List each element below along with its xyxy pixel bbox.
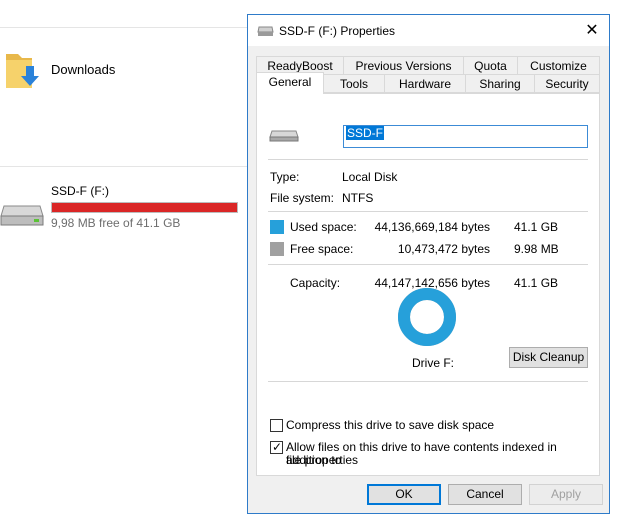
- drive-letter-label: Drive F:: [412, 356, 454, 370]
- index-label-line2: file properties: [286, 453, 359, 467]
- free-space-bytes: 10,473,472 bytes: [397, 242, 490, 256]
- tab-tools[interactable]: Tools: [323, 74, 385, 93]
- general-tab-panel: SSD-F Type: Local Disk File system: NTFS…: [256, 93, 600, 476]
- disk-usage-donut: [398, 288, 456, 346]
- used-space-bytes: 44,136,669,184 bytes: [374, 220, 490, 234]
- tab-quota[interactable]: Quota: [463, 56, 518, 75]
- hard-drive-icon: [0, 205, 44, 226]
- cancel-button[interactable]: Cancel: [448, 484, 522, 505]
- tab-general[interactable]: General: [256, 72, 324, 94]
- compress-checkbox[interactable]: [270, 419, 283, 432]
- drive-name-input[interactable]: SSD-F: [343, 125, 588, 148]
- drive-usage-fill: [52, 203, 237, 212]
- free-space-label: Free space:: [290, 242, 354, 256]
- drive-icon: [257, 26, 274, 36]
- drive-name: SSD-F (F:): [51, 184, 109, 198]
- tab-security[interactable]: Security: [534, 74, 600, 93]
- downloads-folder-icon: [6, 54, 39, 88]
- capacity-size: 41.1 GB: [514, 276, 559, 290]
- properties-dialog: SSD-F (F:) Properties ✕ ReadyBoost Previ…: [247, 14, 610, 514]
- file-system-label: File system:: [270, 191, 335, 205]
- free-space-swatch: [270, 242, 284, 256]
- tab-customize[interactable]: Customize: [517, 56, 600, 75]
- tab-previous-versions[interactable]: Previous Versions: [343, 56, 464, 75]
- title-bar[interactable]: SSD-F (F:) Properties ✕: [248, 15, 609, 46]
- tab-hardware[interactable]: Hardware: [384, 74, 466, 93]
- drive-icon: [269, 130, 299, 142]
- dialog-title: SSD-F (F:) Properties: [279, 24, 396, 38]
- divider: [268, 381, 588, 382]
- divider: [0, 166, 250, 167]
- check-icon: ✓: [272, 440, 283, 454]
- type-value: Local Disk: [342, 170, 398, 184]
- file-system-value: NTFS: [342, 191, 374, 205]
- apply-button[interactable]: Apply: [529, 484, 603, 505]
- capacity-label: Capacity:: [290, 276, 341, 290]
- free-space-size: 9.98 MB: [514, 242, 559, 256]
- used-space-swatch: [270, 220, 284, 234]
- index-checkbox[interactable]: ✓: [270, 440, 283, 454]
- donut-used-segment: [398, 288, 456, 346]
- used-space-size: 41.1 GB: [514, 220, 559, 234]
- disk-cleanup-button[interactable]: Disk Cleanup: [509, 347, 588, 368]
- drive-item-ssd-f[interactable]: SSD-F (F:) 9,98 MB free of 41.1 GB: [0, 180, 245, 240]
- drive-free-text: 9,98 MB free of 41.1 GB: [51, 216, 181, 230]
- drive-name-selected-text: SSD-F: [346, 126, 384, 140]
- divider: [268, 159, 588, 160]
- folder-item-downloads[interactable]: Downloads: [4, 44, 244, 96]
- divider: [268, 211, 588, 212]
- ok-button[interactable]: OK: [367, 484, 441, 505]
- close-icon: ✕: [585, 22, 599, 39]
- type-label: Type:: [270, 170, 300, 184]
- close-button[interactable]: ✕: [575, 15, 609, 46]
- used-space-label: Used space:: [290, 220, 357, 234]
- drive-usage-bar: [51, 202, 238, 213]
- compress-label: Compress this drive to save disk space: [286, 418, 495, 432]
- tab-sharing[interactable]: Sharing: [465, 74, 535, 93]
- divider: [0, 27, 250, 28]
- folder-label: Downloads: [51, 62, 116, 77]
- divider: [268, 264, 588, 265]
